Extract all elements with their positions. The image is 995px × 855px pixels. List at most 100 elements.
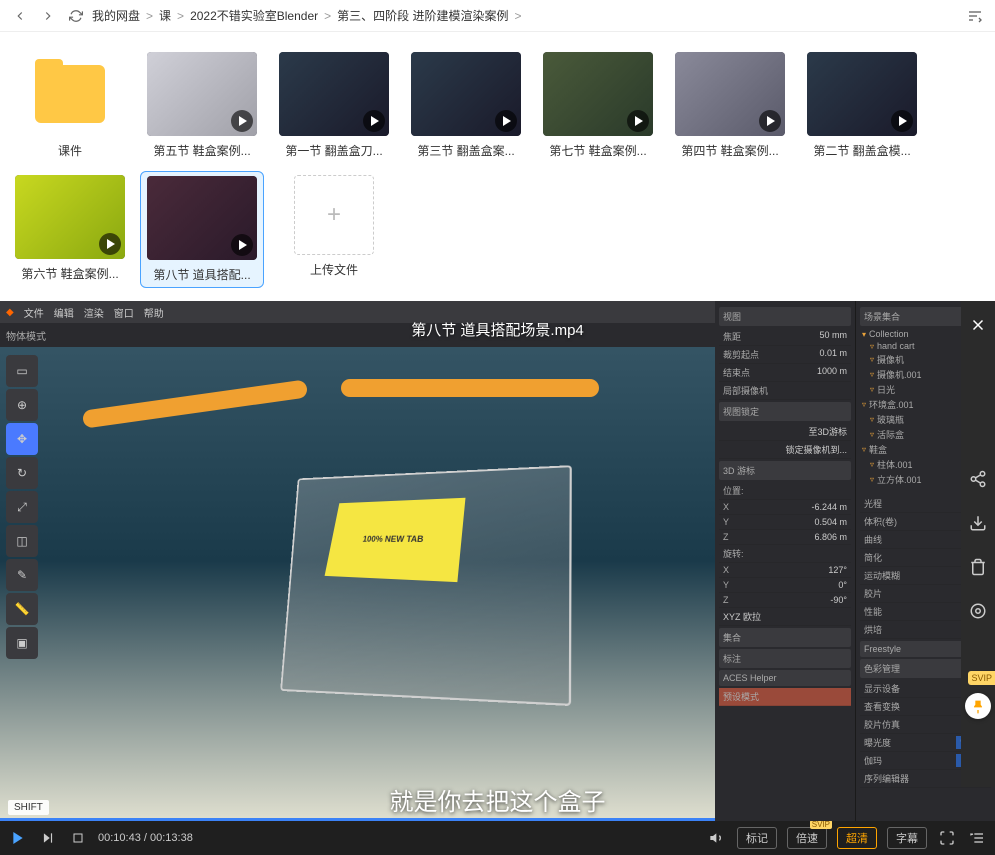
breadcrumb-item[interactable]: 我的网盘 <box>92 7 140 24</box>
video-subtitle: 就是你去把这个盒子 <box>390 782 606 817</box>
breadcrumb-item[interactable]: 第三、四阶段 进阶建模渲染案例 <box>337 7 508 24</box>
menu-item: 编辑 <box>54 305 74 320</box>
playlist-icon[interactable] <box>967 828 987 848</box>
blender-right-panels: 视图 焦距50 mm 裁剪起点0.01 m 结束点1000 m 局部摄像机 视图… <box>715 301 995 821</box>
product-box: 100% NEW TAB <box>325 497 466 582</box>
menu-item: 窗口 <box>114 305 134 320</box>
play-icon <box>495 110 517 132</box>
breadcrumb-item[interactable]: 2022不错实验室Blender <box>190 7 318 24</box>
quality-button[interactable]: 超清 <box>837 827 877 849</box>
play-icon <box>891 110 913 132</box>
rotate-tool-icon: ↻ <box>6 457 38 489</box>
total-time: 00:13:38 <box>150 832 193 844</box>
stop-button[interactable] <box>68 828 88 848</box>
video-viewport[interactable]: ◆ 文件 编辑 渲染 窗口 帮助 Scene View Layer 物体模式 ▭… <box>0 301 995 821</box>
file-name: 第二节 翻盖盒模... <box>804 142 920 159</box>
volume-icon[interactable] <box>707 828 727 848</box>
menu-item: 文件 <box>24 305 44 320</box>
blender-toolbar: ▭ ⊕ ✥ ↻ ⤢ ◫ ✎ 📏 ▣ <box>6 355 42 659</box>
panel-header: ACES Helper <box>719 670 851 686</box>
delete-icon[interactable] <box>966 555 990 579</box>
video-thumbnail <box>411 52 521 136</box>
current-time: 00:10:43 <box>98 832 141 844</box>
video-thumbnail <box>807 52 917 136</box>
file-name: 第一节 翻盖盒刀... <box>276 142 392 159</box>
next-button[interactable] <box>38 828 58 848</box>
video-file-item[interactable]: 第五节 鞋盒案例... <box>140 48 264 163</box>
video-thumbnail <box>675 52 785 136</box>
transform-tool-icon: ◫ <box>6 525 38 557</box>
svip-badge: SVIP <box>968 671 995 685</box>
sort-button[interactable] <box>963 4 987 28</box>
speed-button[interactable]: 倍速SVIP <box>787 827 827 849</box>
forward-button[interactable] <box>36 4 60 28</box>
chevron-right-icon: > <box>146 9 153 23</box>
settings-icon[interactable] <box>966 599 990 623</box>
video-thumbnail <box>147 176 257 260</box>
nav-bar: 我的网盘 > 课 > 2022不错实验室Blender > 第三、四阶段 进阶建… <box>0 0 995 32</box>
add-tool-icon: ▣ <box>6 627 38 659</box>
mark-button[interactable]: 标记 <box>737 827 777 849</box>
file-name: 第七节 鞋盒案例... <box>540 142 656 159</box>
video-title: 第八节 道具搭配场景.mp4 <box>411 319 584 340</box>
video-file-item[interactable]: 第一节 翻盖盒刀... <box>272 48 396 163</box>
key-indicator: SHIFT <box>8 800 49 815</box>
video-file-item[interactable]: 第三节 翻盖盒案... <box>404 48 528 163</box>
pin-button[interactable] <box>965 693 991 719</box>
player-controls: 00:10:43 / 00:13:38 标记 倍速SVIP 超清 字幕 <box>0 821 995 855</box>
file-name: 第四节 鞋盒案例... <box>672 142 788 159</box>
panel-header: 标注 <box>719 649 851 668</box>
refresh-button[interactable] <box>64 4 88 28</box>
play-icon <box>231 110 253 132</box>
play-icon <box>759 110 781 132</box>
scale-tool-icon: ⤢ <box>6 491 38 523</box>
download-icon[interactable] <box>966 511 990 535</box>
play-icon <box>363 110 385 132</box>
file-name: 第五节 鞋盒案例... <box>144 142 260 159</box>
caption-button[interactable]: 字幕 <box>887 827 927 849</box>
close-button[interactable] <box>966 313 990 337</box>
chevron-right-icon: > <box>177 9 184 23</box>
move-tool-icon: ✥ <box>6 423 38 455</box>
play-icon <box>627 110 649 132</box>
play-button[interactable] <box>8 828 28 848</box>
video-player: ◆ 文件 编辑 渲染 窗口 帮助 Scene View Layer 物体模式 ▭… <box>0 301 995 855</box>
measure-tool-icon: 📏 <box>6 593 38 625</box>
annotate-tool-icon: ✎ <box>6 559 38 591</box>
select-tool-icon: ▭ <box>6 355 38 387</box>
video-file-item-selected[interactable]: ✓ 第八节 道具搭配... <box>140 171 264 288</box>
back-button[interactable] <box>8 4 32 28</box>
plus-icon: + <box>294 175 374 255</box>
upload-label: 上传文件 <box>276 261 392 278</box>
video-file-item[interactable]: 第四节 鞋盒案例... <box>668 48 792 163</box>
upload-item[interactable]: + 上传文件 <box>272 171 396 288</box>
svip-badge: SVIP <box>810 820 832 829</box>
video-file-item[interactable]: 第六节 鞋盒案例... <box>8 171 132 288</box>
breadcrumb: 我的网盘 > 课 > 2022不错实验室Blender > 第三、四阶段 进阶建… <box>92 7 959 24</box>
play-icon <box>231 234 253 256</box>
file-name: 第三节 翻盖盒案... <box>408 142 524 159</box>
video-file-item[interactable]: 第七节 鞋盒案例... <box>536 48 660 163</box>
video-thumbnail <box>15 175 125 259</box>
video-thumbnail <box>147 52 257 136</box>
folder-item[interactable]: 课件 <box>8 48 132 163</box>
video-file-item[interactable]: 第二节 翻盖盒模... <box>800 48 924 163</box>
file-grid: 课件 第五节 鞋盒案例... 第一节 翻盖盒刀... 第三节 翻盖盒案... 第… <box>0 32 995 304</box>
blender-logo-icon: ◆ <box>6 307 14 318</box>
folder-icon <box>15 52 125 136</box>
play-icon <box>99 233 121 255</box>
mode-selector: 物体模式 <box>6 328 46 343</box>
video-thumbnail <box>543 52 653 136</box>
menu-item: 渲染 <box>84 305 104 320</box>
scene-content: 100% NEW TAB <box>50 363 697 779</box>
share-icon[interactable] <box>966 467 990 491</box>
fullscreen-icon[interactable] <box>937 828 957 848</box>
file-name: 第六节 鞋盒案例... <box>12 265 128 282</box>
file-name: 第八节 道具搭配... <box>145 266 259 283</box>
breadcrumb-item[interactable]: 课 <box>159 7 171 24</box>
n-panel: 视图 焦距50 mm 裁剪起点0.01 m 结束点1000 m 局部摄像机 视图… <box>715 301 855 821</box>
panel-header: 视图 <box>719 307 851 326</box>
progress-fill <box>0 818 796 821</box>
chevron-right-icon: > <box>324 9 331 23</box>
menu-item: 帮助 <box>144 305 164 320</box>
